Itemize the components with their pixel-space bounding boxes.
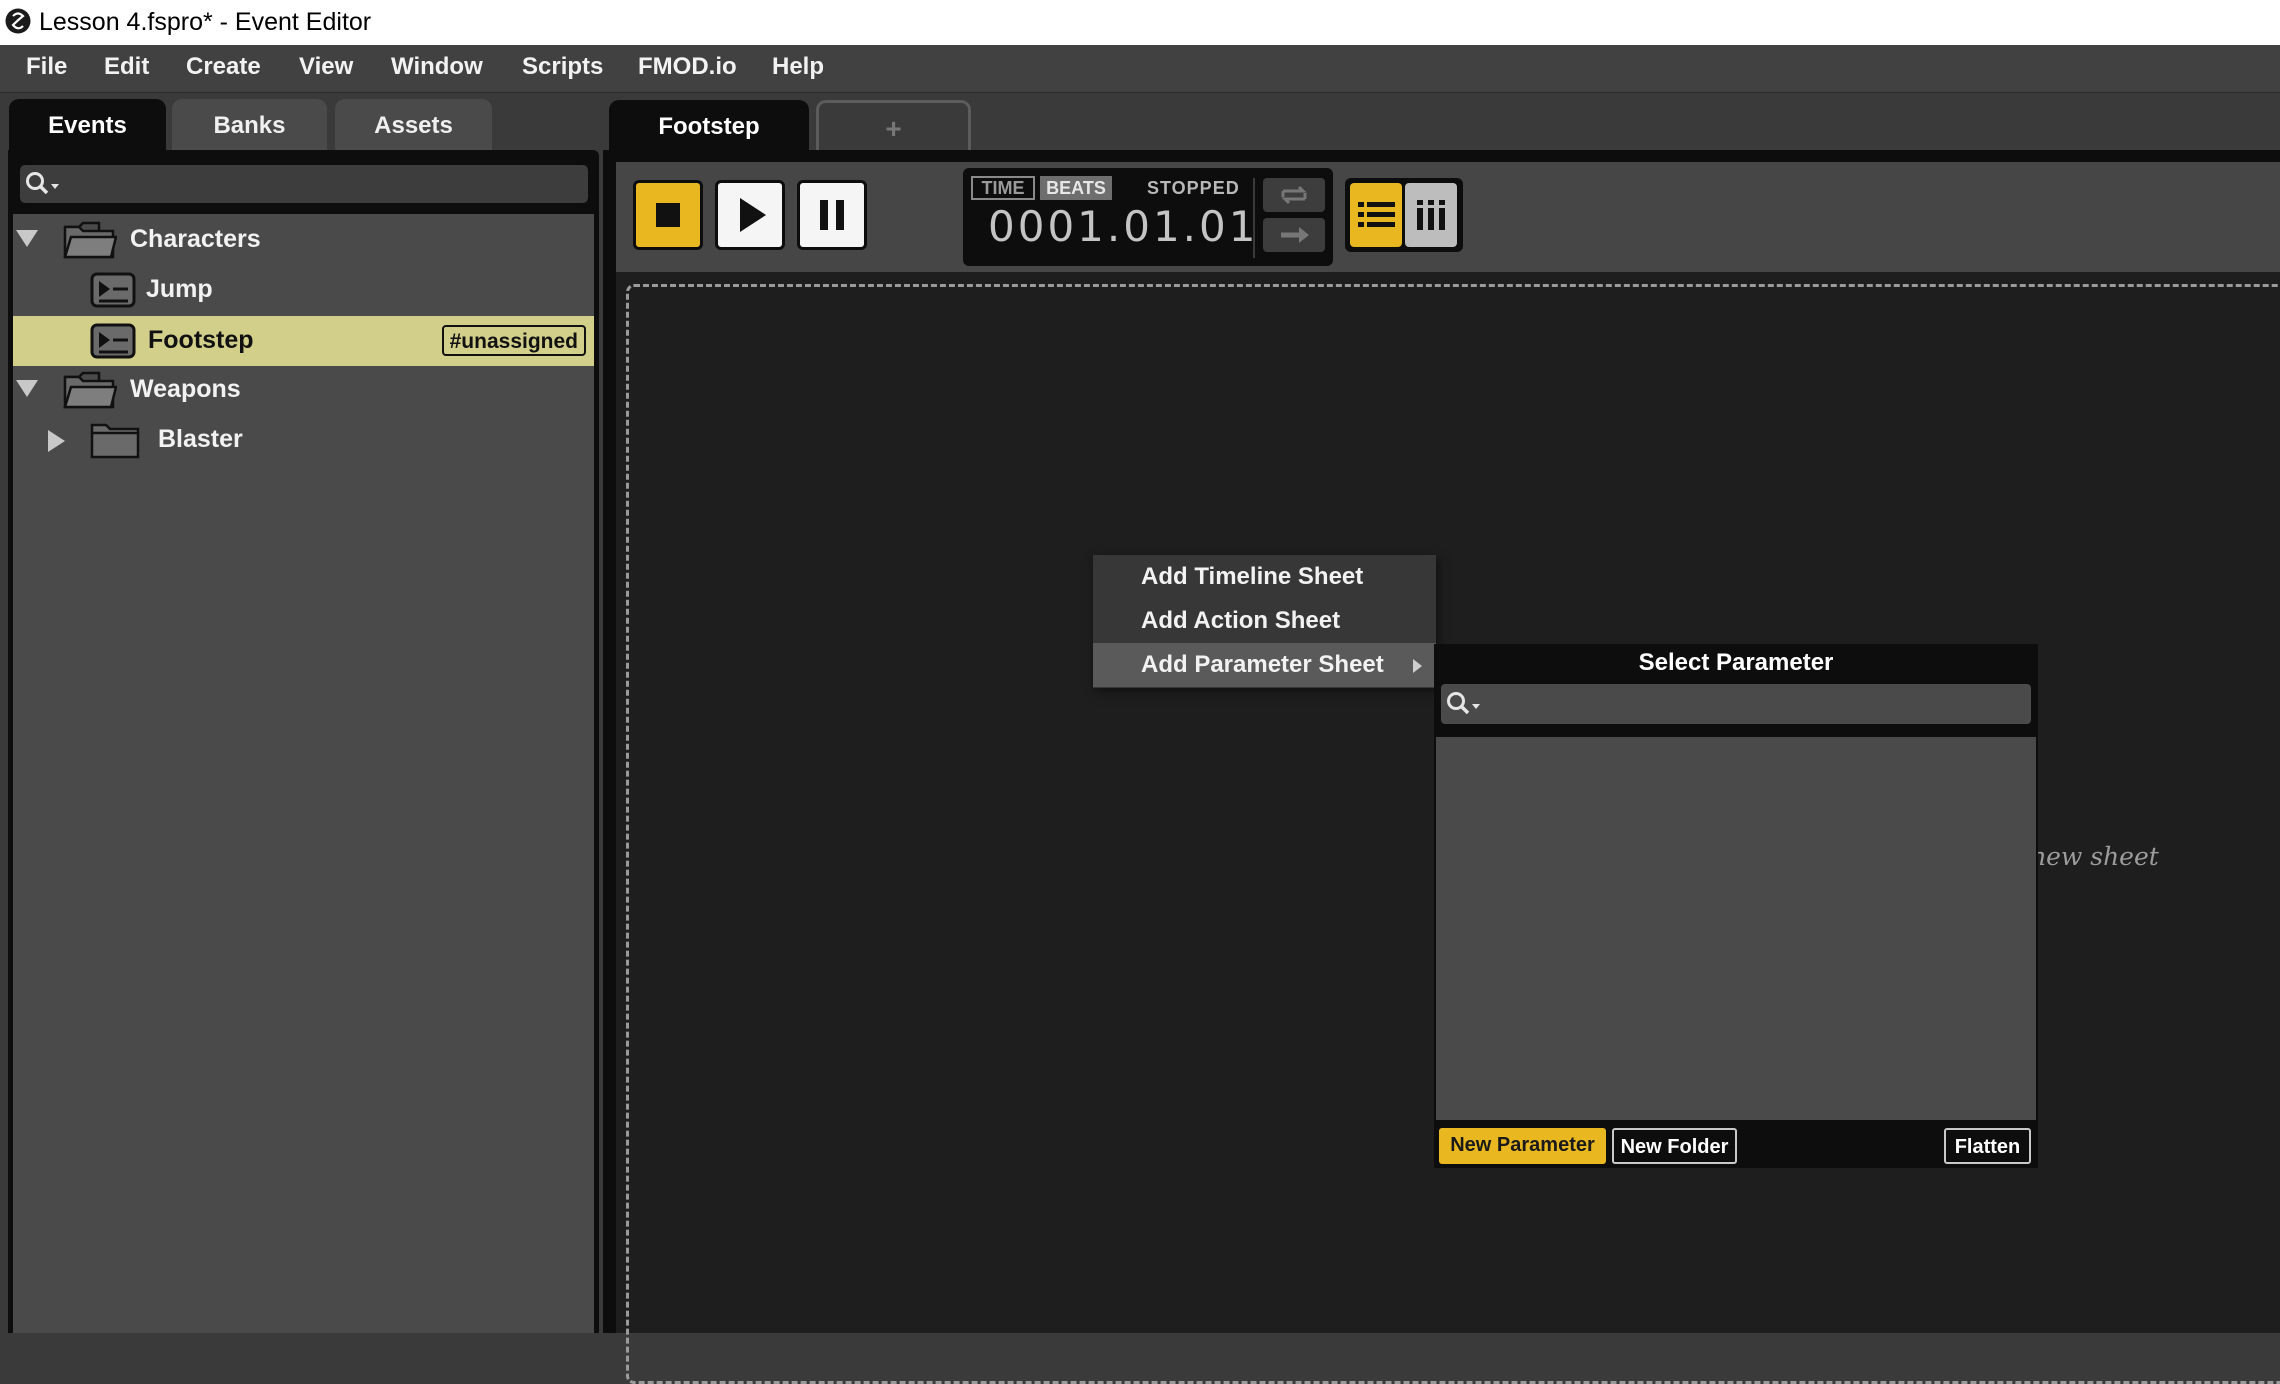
playback-status: STOPPED [1147, 178, 1240, 198]
tree-folder-characters[interactable]: Characters [13, 215, 594, 265]
stop-icon [656, 203, 680, 227]
menu-item-add-timeline-sheet[interactable]: Add Timeline Sheet [1093, 555, 1436, 599]
follow-playback-button[interactable] [1263, 218, 1325, 252]
tab-footstep[interactable]: Footstep [609, 100, 809, 151]
menu-edit[interactable]: Edit [104, 53, 149, 81]
pause-button[interactable] [797, 180, 867, 250]
folder-open-icon [63, 371, 117, 409]
menu-item-label: Add Parameter Sheet [1141, 651, 1384, 678]
expand-arrow-icon[interactable] [48, 430, 65, 452]
new-parameter-button[interactable]: New Parameter [1439, 1128, 1606, 1164]
event-icon [90, 323, 136, 359]
search-icon [1447, 692, 1480, 715]
parameter-search-input[interactable] [1441, 684, 2031, 724]
arrow-right-icon [1281, 227, 1309, 243]
bank-assignment-badge[interactable]: #unassigned [441, 325, 586, 356]
menu-bar: File Edit Create View Window Scripts FMO… [0, 45, 2280, 93]
tree-label: Footstep [148, 326, 254, 354]
expand-arrow-icon[interactable] [16, 380, 38, 397]
parameter-list[interactable] [1436, 737, 2036, 1120]
loop-icon [1281, 185, 1307, 205]
menu-help[interactable]: Help [772, 53, 824, 81]
tab-banks[interactable]: Banks [172, 99, 327, 150]
browser-search-input[interactable] [20, 165, 588, 203]
tree-label: Blaster [158, 425, 243, 453]
context-menu: Add Timeline Sheet Add Action Sheet Add … [1093, 555, 1436, 688]
fmod-logo-icon [5, 8, 31, 34]
divider [1253, 178, 1255, 258]
menu-item-label: Add Timeline Sheet [1141, 563, 1364, 590]
time-position: 0001.01.01 [988, 202, 1259, 251]
play-icon [740, 198, 766, 232]
event-icon [90, 272, 136, 308]
loop-button[interactable] [1263, 178, 1325, 212]
tree-folder-weapons[interactable]: Weapons [13, 365, 594, 415]
menu-file[interactable]: File [26, 53, 67, 81]
tree-event-footstep[interactable]: Footstep #unassigned [13, 316, 594, 366]
expand-arrow-icon[interactable] [16, 230, 38, 247]
add-tab-button[interactable]: + [816, 100, 971, 151]
flatten-button[interactable]: Flatten [1944, 1128, 2031, 1164]
tree-label: Jump [146, 275, 213, 303]
menu-view[interactable]: View [299, 53, 353, 81]
play-button[interactable] [715, 180, 785, 250]
beats-mode-toggle[interactable]: BEATS [1040, 176, 1112, 200]
menu-item-label: Add Action Sheet [1141, 607, 1341, 634]
search-icon [26, 172, 59, 195]
submenu-arrow-icon [1413, 659, 1422, 673]
folder-open-icon [63, 221, 117, 259]
tree-event-jump[interactable]: Jump [13, 265, 594, 315]
pause-icon [820, 200, 844, 230]
column-view-icon [1417, 200, 1445, 230]
tree-label: Weapons [130, 375, 241, 403]
stop-button[interactable] [633, 180, 703, 250]
popup-title: Select Parameter [1638, 649, 1834, 676]
menu-item-add-action-sheet[interactable]: Add Action Sheet [1093, 599, 1436, 643]
list-view-icon [1358, 202, 1395, 227]
mixer-view-button[interactable] [1405, 183, 1457, 247]
window-title: Lesson 4.fspro* - Event Editor [39, 8, 372, 36]
folder-closed-icon [90, 423, 140, 459]
tree-label: Characters [130, 225, 261, 253]
menu-fmodio[interactable]: FMOD.io [638, 53, 737, 81]
tree-folder-blaster[interactable]: Blaster [13, 415, 594, 465]
tab-assets[interactable]: Assets [335, 99, 492, 150]
menu-window[interactable]: Window [391, 53, 483, 81]
menu-scripts[interactable]: Scripts [522, 53, 603, 81]
new-folder-button[interactable]: New Folder [1612, 1128, 1737, 1164]
deck-view-button[interactable] [1350, 183, 1402, 247]
tab-events[interactable]: Events [9, 99, 166, 150]
menu-item-add-parameter-sheet[interactable]: Add Parameter Sheet [1093, 643, 1436, 687]
menu-create[interactable]: Create [186, 53, 261, 81]
empty-sheet-hint: new sheet [2030, 842, 2159, 871]
time-mode-toggle[interactable]: TIME [971, 176, 1035, 200]
